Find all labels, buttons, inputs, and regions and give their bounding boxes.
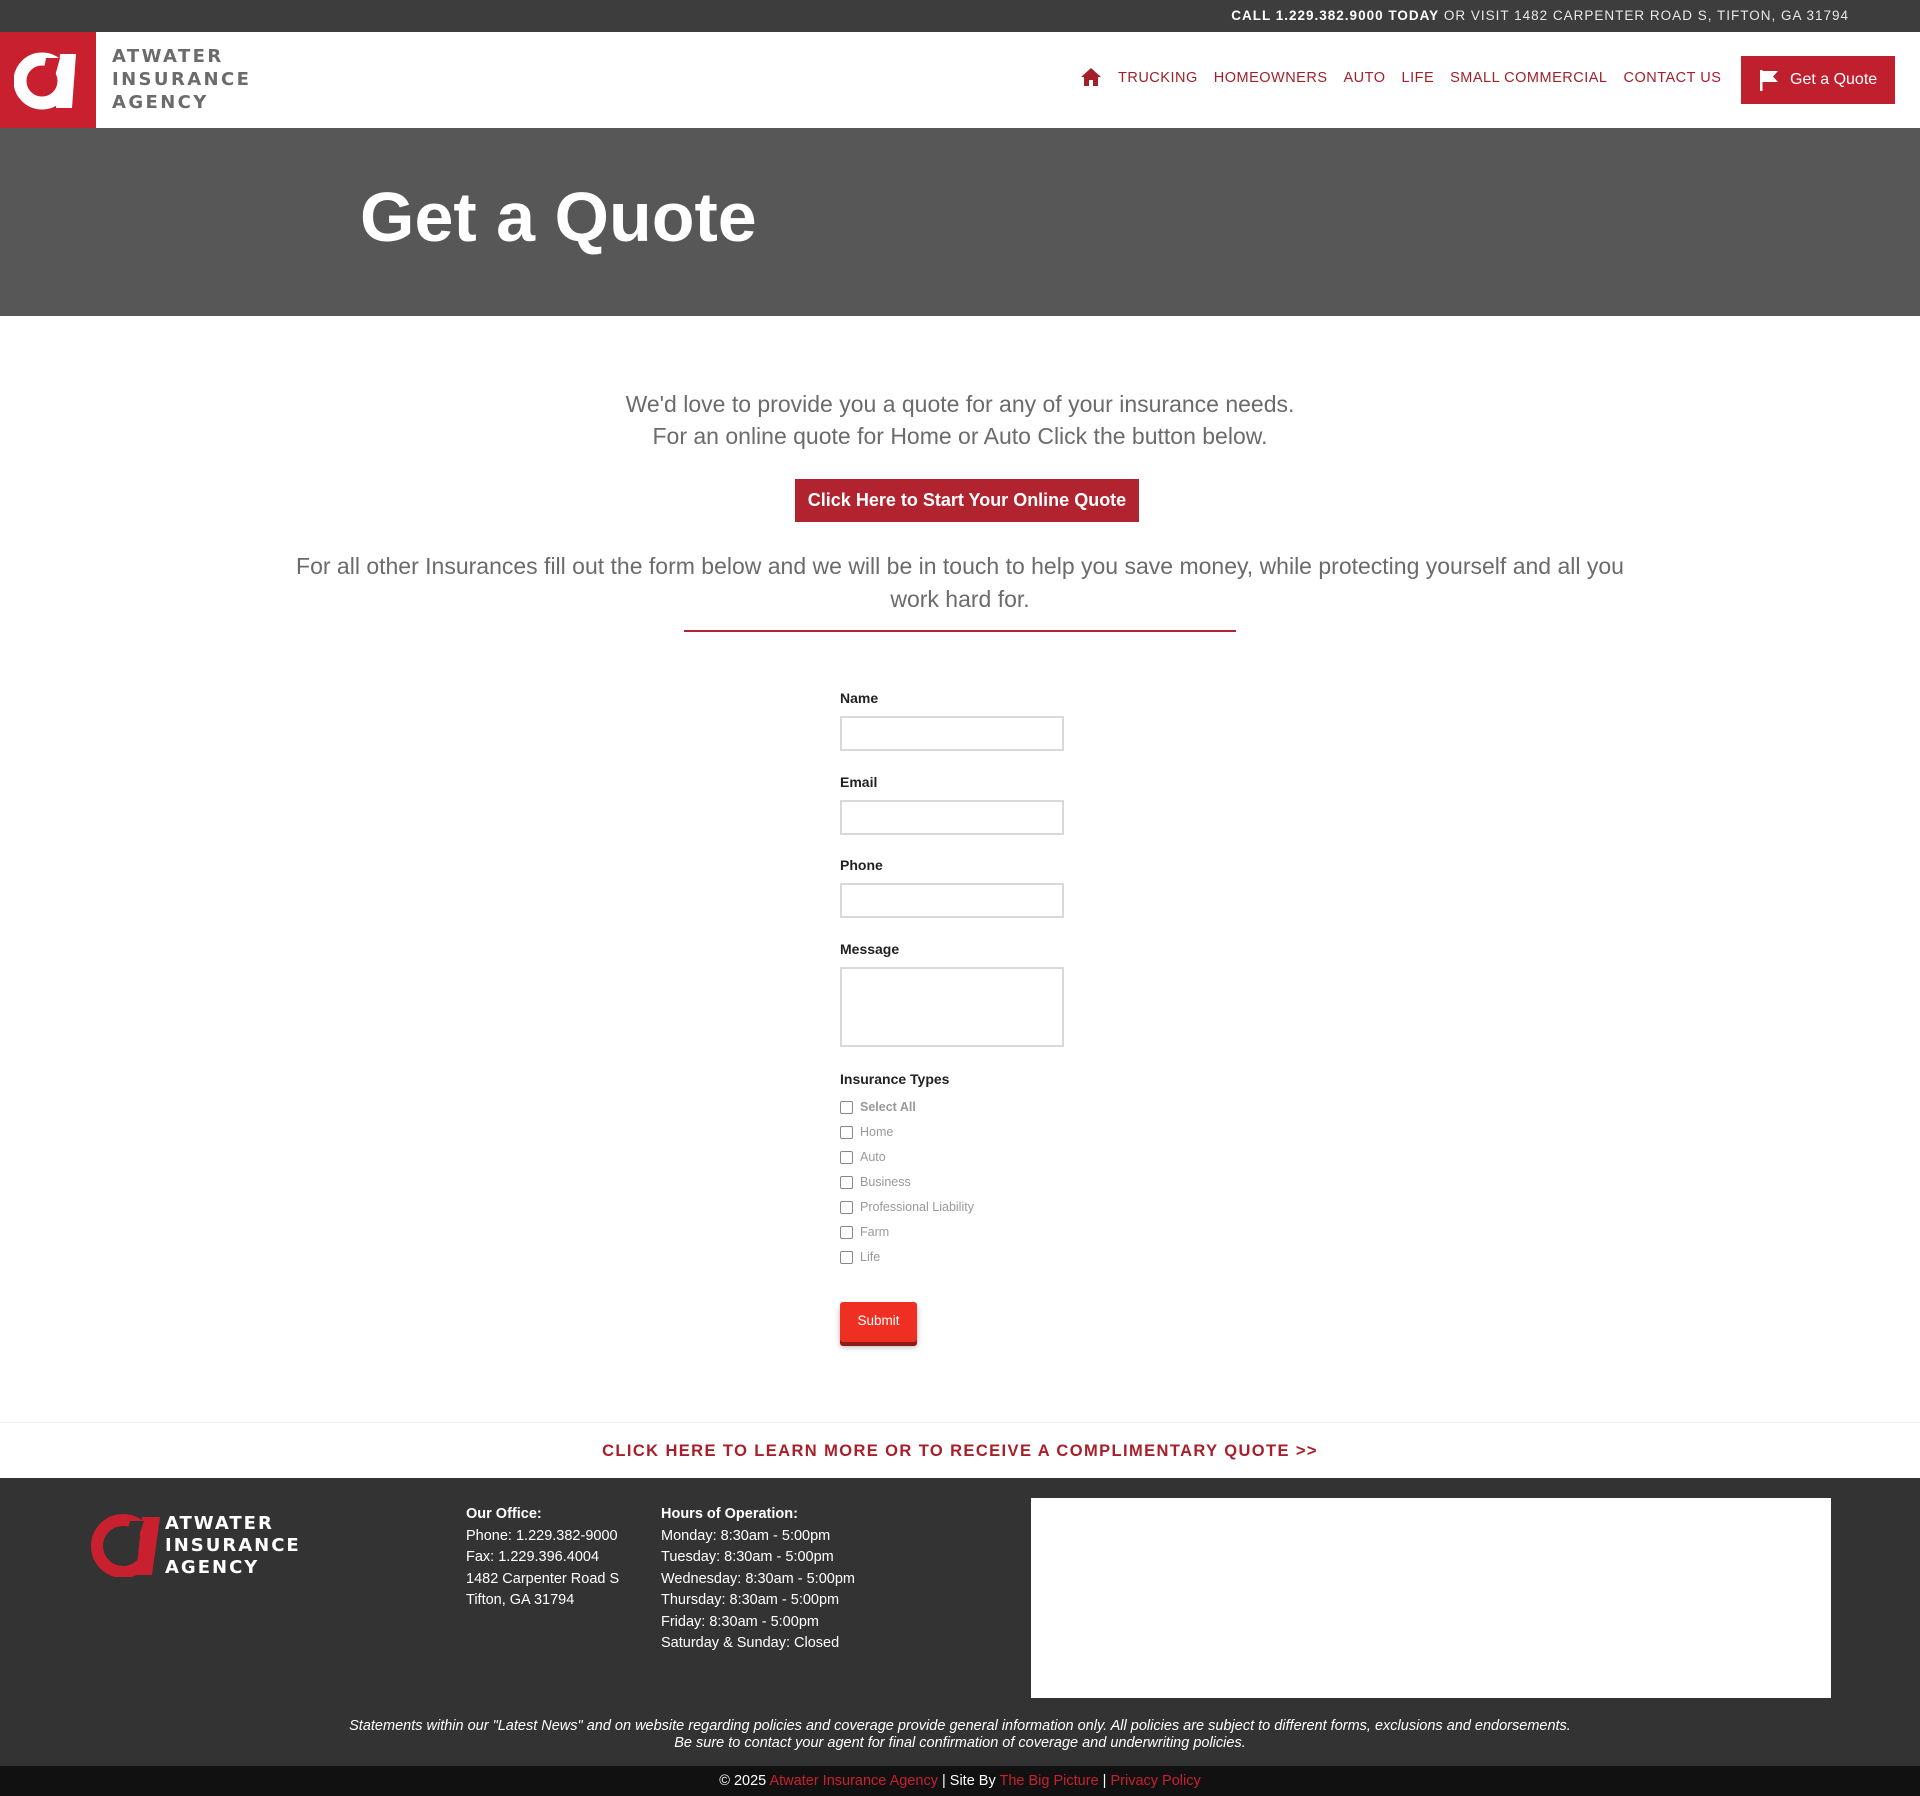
message-label: Message — [840, 941, 900, 957]
checkbox-home[interactable]: Home — [840, 1125, 893, 1139]
privacy-policy-link[interactable]: Privacy Policy — [1110, 1773, 1200, 1789]
intro-line-2: For an online quote for Home or Auto Cli… — [652, 423, 1268, 449]
hours-line: Monday: 8:30am - 5:00pm — [661, 1527, 831, 1544]
hours-line: Saturday & Sunday: Closed — [661, 1635, 840, 1651]
phone-field[interactable] — [840, 883, 1064, 918]
call-text[interactable]: CALL 1.229.382.9000 TODAY — [1231, 8, 1439, 23]
map-embed[interactable] — [1031, 1498, 1831, 1698]
logo-line: INSURANCE — [165, 1535, 301, 1556]
big-picture-link[interactable]: The Big Picture — [1000, 1773, 1099, 1789]
checkbox-auto[interactable]: Auto — [840, 1150, 886, 1164]
copyright-bar: © 2025 Atwater Insurance Agency | Site B… — [0, 1766, 1920, 1796]
footer-office: Our Office: Phone: 1.229.382-9000 Fax: 1… — [466, 1504, 619, 1612]
insurance-types-label: Insurance Types — [840, 1071, 950, 1087]
hours-line: Wednesday: 8:30am - 5:00pm — [661, 1570, 855, 1587]
checkbox[interactable] — [840, 1125, 853, 1139]
online-quote-button[interactable]: Click Here to Start Your Online Quote — [795, 479, 1139, 522]
visit-text: OR VISIT 1482 CARPENTER ROAD S, TIFTON, … — [1443, 8, 1849, 23]
checkbox[interactable] — [840, 1200, 853, 1214]
get-a-quote-button[interactable]: Get a Quote — [1741, 56, 1895, 104]
submit-button[interactable]: Submit — [840, 1302, 917, 1342]
email-field[interactable] — [840, 800, 1064, 835]
hours-line: Thursday: 8:30am - 5:00pm — [661, 1592, 840, 1608]
footer-hours: Hours of Operation: Monday: 8:30am - 5:0… — [661, 1504, 855, 1655]
checkbox-farm[interactable]: Farm — [840, 1225, 889, 1239]
name-label: Name — [840, 690, 879, 706]
logo-line: ATWATER — [165, 1513, 274, 1534]
checkbox-label: Professional Liability — [860, 1200, 974, 1214]
phone-label: Phone — [840, 857, 883, 873]
checkbox[interactable] — [840, 1100, 853, 1114]
office-street: 1482 Carpenter Road S — [466, 1570, 620, 1587]
name-field[interactable] — [840, 716, 1064, 751]
footer-logo-wordmark[interactable]: ATWATER INSURANCE AGENCY — [165, 1513, 301, 1579]
agency-link[interactable]: Atwater Insurance Agency — [769, 1773, 937, 1789]
checkbox[interactable] — [840, 1175, 853, 1189]
disclaimer-line-1: Statements within our "Latest News" and … — [349, 1718, 1571, 1734]
checkbox-life[interactable]: Life — [840, 1250, 880, 1264]
main-nav: TRUCKING HOMEOWNERS AUTO LIFE SMALL COMM… — [1080, 67, 1737, 87]
hours-line: Tuesday: 8:30am - 5:00pm — [661, 1549, 834, 1565]
nav-life[interactable]: LIFE — [1402, 70, 1435, 86]
page-title: Get a Quote — [360, 178, 757, 256]
logo-line: AGENCY — [165, 1557, 260, 1578]
get-a-quote-label: Get a Quote — [1790, 71, 1878, 88]
site-footer: ATWATER INSURANCE AGENCY Our Office: Pho… — [0, 1478, 1920, 1766]
intro-line-1: We'd love to provide you a quote for any… — [625, 391, 1295, 417]
logo-line: INSURANCE — [112, 69, 252, 90]
nav-contact-us[interactable]: CONTACT US — [1623, 70, 1721, 86]
checkbox-select-all[interactable]: Select All — [840, 1100, 916, 1114]
site-by-text: | Site By — [941, 1773, 996, 1789]
email-label: Email — [840, 774, 878, 790]
other-insurances-text: For all other Insurances fill out the fo… — [296, 553, 1624, 612]
checkbox-label: Business — [860, 1175, 911, 1189]
checkbox-label: Auto — [860, 1150, 886, 1164]
checkbox-business[interactable]: Business — [840, 1175, 911, 1189]
nav-auto[interactable]: AUTO — [1343, 70, 1385, 86]
flag-icon — [1760, 69, 1778, 91]
copyright-text: © 2025 — [719, 1773, 767, 1789]
section-divider — [684, 630, 1236, 632]
message-field[interactable] — [840, 967, 1064, 1047]
separator: | — [1102, 1773, 1107, 1789]
logo-line: AGENCY — [112, 92, 209, 113]
checkbox[interactable] — [840, 1150, 853, 1164]
logo-wordmark[interactable]: ATWATER INSURANCE AGENCY — [112, 45, 251, 114]
intro-text: We'd love to provide you a quote for any… — [0, 388, 1920, 452]
nav-trucking[interactable]: TRUCKING — [1118, 70, 1198, 86]
disclaimer-line-2: Be sure to contact your agent for final … — [674, 1735, 1246, 1751]
office-heading: Our Office: — [466, 1506, 542, 1522]
hours-heading: Hours of Operation: — [661, 1506, 798, 1522]
nav-homeowners[interactable]: HOMEOWNERS — [1214, 70, 1328, 86]
complimentary-quote-link[interactable]: CLICK HERE TO LEARN MORE OR TO RECEIVE A… — [0, 1422, 1920, 1478]
checkbox-label: Life — [860, 1250, 881, 1264]
logo-a-icon — [14, 52, 76, 110]
office-fax: Fax: 1.229.396.4004 — [466, 1549, 600, 1565]
top-info-bar: CALL 1.229.382.9000 TODAY OR VISIT 1482 … — [0, 0, 1920, 32]
checkbox-label: Select All — [860, 1100, 916, 1114]
footer-logo-icon[interactable] — [90, 1511, 162, 1577]
hours-line: Friday: 8:30am - 5:00pm — [661, 1613, 819, 1630]
logo-mark[interactable] — [0, 32, 96, 128]
footer-disclaimer: Statements within our "Latest News" and … — [0, 1718, 1920, 1752]
checkbox[interactable] — [840, 1250, 853, 1264]
page-hero: Get a Quote — [0, 128, 1920, 316]
office-city: Tifton, GA 31794 — [466, 1592, 575, 1608]
home-icon[interactable] — [1080, 67, 1102, 87]
site-header: ATWATER INSURANCE AGENCY TRUCKING HOMEOW… — [0, 32, 1920, 128]
checkbox-label: Home — [860, 1125, 894, 1139]
checkbox-label: Farm — [860, 1225, 890, 1239]
checkbox-professional-liability[interactable]: Professional Liability — [840, 1200, 974, 1214]
office-phone[interactable]: Phone: 1.229.382-9000 — [466, 1526, 619, 1548]
nav-small-commercial[interactable]: SMALL COMMERCIAL — [1450, 70, 1607, 86]
checkbox[interactable] — [840, 1225, 853, 1239]
logo-line: ATWATER — [112, 46, 224, 67]
